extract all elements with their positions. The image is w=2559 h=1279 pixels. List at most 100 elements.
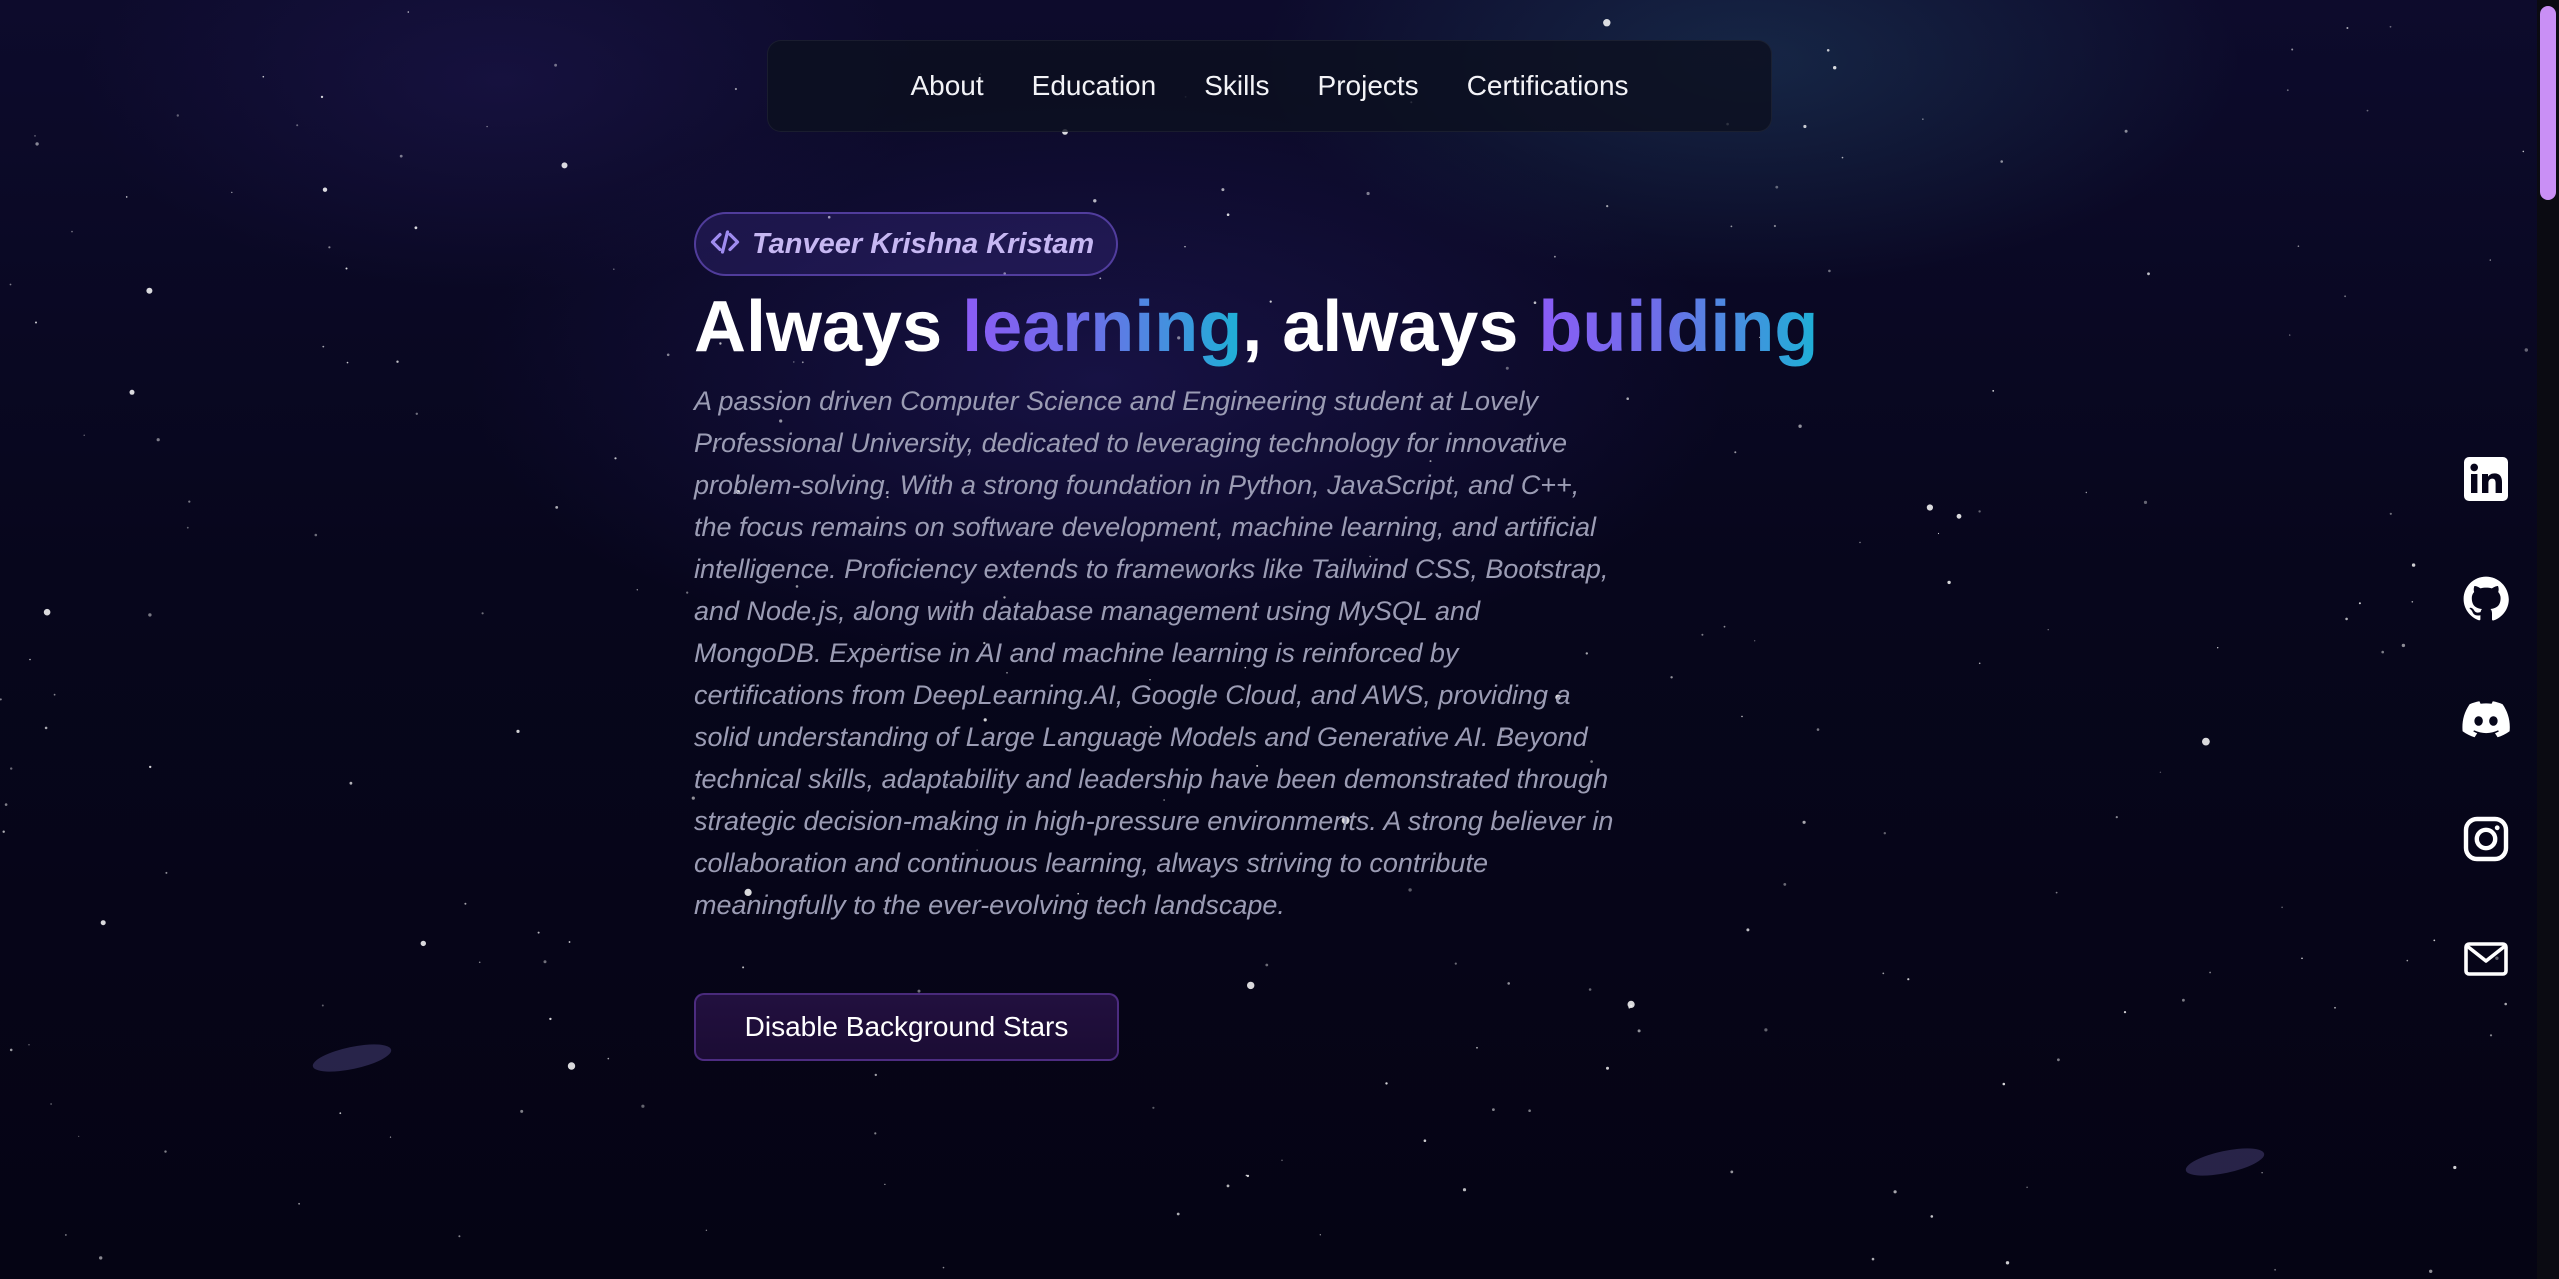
social-links: [2462, 455, 2510, 983]
star: [1385, 1082, 1388, 1085]
star: [942, 1266, 945, 1269]
distant-galaxy: [312, 1044, 392, 1072]
star: [1992, 390, 1995, 392]
star: [2366, 109, 2369, 112]
page-scrollbar[interactable]: [2537, 0, 2559, 1279]
star: [1937, 532, 1940, 535]
star: [486, 125, 488, 128]
bio-paragraph: A passion driven Computer Science and En…: [694, 385, 1614, 920]
star: [1883, 832, 1887, 835]
linkedin-icon[interactable]: [2462, 455, 2510, 503]
star: [1462, 1188, 1467, 1192]
star: [125, 196, 128, 198]
mail-icon[interactable]: [2462, 935, 2510, 983]
star: [2047, 629, 2049, 631]
star: [53, 693, 56, 696]
star: [2301, 957, 2303, 960]
star: [2389, 512, 2392, 515]
star: [399, 154, 403, 158]
star: [314, 533, 318, 537]
star: [407, 11, 410, 13]
star: [458, 1235, 461, 1238]
star: [346, 361, 349, 364]
star: [1828, 269, 1831, 273]
star: [516, 729, 520, 734]
nav-certifications[interactable]: Certifications: [1467, 70, 1629, 102]
star: [320, 95, 324, 99]
star: [164, 1150, 167, 1153]
star: [389, 1136, 392, 1138]
scrollbar-thumb[interactable]: [2540, 6, 2556, 200]
github-icon[interactable]: [2462, 575, 2510, 623]
star: [554, 63, 557, 67]
star: [2381, 650, 2384, 654]
star: [2433, 939, 2436, 942]
star: [2489, 259, 2491, 261]
star: [83, 434, 85, 436]
star: [2504, 1002, 2507, 1006]
star: [262, 75, 265, 78]
star: [2489, 1034, 2493, 1037]
star: [1775, 185, 1779, 189]
hero-section: Tanveer Krishna Kristam Always learning,…: [694, 212, 1818, 1061]
nav-education[interactable]: Education: [1032, 70, 1157, 102]
star: [415, 412, 418, 415]
star: [2522, 150, 2525, 153]
star: [322, 187, 328, 192]
star: [35, 142, 39, 146]
star: [567, 1062, 576, 1070]
star: [1859, 541, 1861, 544]
star: [2406, 959, 2409, 962]
star: [29, 658, 31, 661]
star: [1603, 19, 1611, 27]
star: [1606, 1066, 1609, 1070]
star: [165, 871, 168, 874]
discord-icon[interactable]: [2462, 695, 2510, 743]
star: [641, 1104, 645, 1108]
star: [2209, 971, 2212, 974]
star: [0, 698, 2, 701]
nav-about[interactable]: About: [910, 70, 983, 102]
star: [129, 389, 135, 395]
star: [1871, 1257, 1875, 1261]
star: [2143, 500, 2148, 504]
star: [414, 226, 418, 230]
star: [2115, 816, 2118, 819]
star: [2429, 1269, 2433, 1274]
top-navigation: About Education Skills Projects Certific…: [767, 40, 1772, 132]
star: [1803, 124, 1807, 129]
star: [1281, 1159, 1283, 1162]
star: [78, 1135, 80, 1137]
star: [2005, 1261, 2010, 1265]
headline-highlight-building: building: [1538, 287, 1819, 367]
instagram-icon[interactable]: [2462, 815, 2510, 863]
star: [296, 124, 299, 127]
star: [1926, 504, 1933, 511]
star: [420, 940, 426, 947]
nav-skills[interactable]: Skills: [1204, 70, 1269, 102]
star: [34, 135, 36, 137]
star: [43, 608, 51, 616]
star: [2, 830, 5, 833]
star: [156, 438, 160, 442]
star: [1492, 1108, 1495, 1111]
star: [614, 457, 617, 460]
disable-stars-button[interactable]: Disable Background Stars: [694, 992, 1119, 1061]
star: [2524, 348, 2528, 352]
star: [148, 613, 152, 617]
star: [543, 960, 547, 964]
star: [1978, 662, 1981, 665]
hero-headline: Always learning, always building: [694, 287, 1819, 367]
star: [1093, 199, 1097, 203]
star: [396, 360, 399, 363]
star: [1730, 1170, 1734, 1174]
name-badge: Tanveer Krishna Kristam: [694, 212, 1119, 276]
nav-projects[interactable]: Projects: [1318, 70, 1419, 102]
star: [2002, 1082, 2006, 1086]
star: [2291, 48, 2294, 51]
star: [2202, 737, 2210, 746]
star: [1956, 513, 1962, 519]
star: [1226, 1184, 1230, 1188]
star: [1833, 66, 1837, 70]
star: [44, 726, 48, 730]
